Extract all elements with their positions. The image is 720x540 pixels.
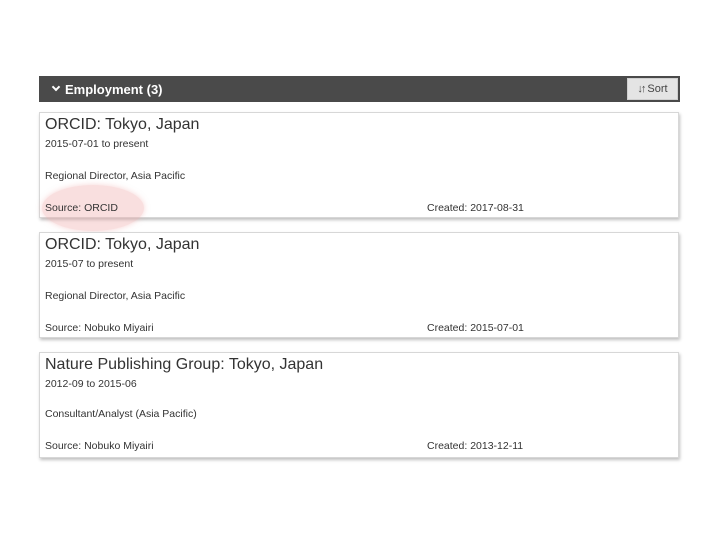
employment-source: Source: Nobuko Miyairi bbox=[45, 440, 154, 452]
employment-source: Source: Nobuko Miyairi bbox=[45, 322, 154, 334]
employment-section-header: Employment (3) ↓↑ Sort bbox=[39, 76, 680, 102]
sort-button[interactable]: ↓↑ Sort bbox=[627, 78, 678, 100]
employment-created-date: Created: 2015-07-01 bbox=[427, 322, 524, 334]
employment-dates: 2015-07 to present bbox=[45, 258, 134, 270]
employment-title: ORCID: Tokyo, Japan bbox=[45, 236, 200, 253]
employment-role: Consultant/Analyst (Asia Pacific) bbox=[45, 408, 197, 420]
employment-dates: 2012-09 to 2015-06 bbox=[45, 378, 137, 390]
employment-title: Nature Publishing Group: Tokyo, Japan bbox=[45, 356, 324, 373]
employment-source: Source: ORCID bbox=[45, 202, 118, 214]
employment-created-date: Created: 2017-08-31 bbox=[427, 202, 524, 214]
employment-section-toggle[interactable]: Employment (3) bbox=[39, 76, 163, 102]
employment-card: Nature Publishing Group: Tokyo, Japan 20… bbox=[39, 352, 679, 458]
employment-card: ORCID: Tokyo, Japan 2015-07 to present R… bbox=[39, 232, 679, 338]
employment-created-date: Created: 2013-12-11 bbox=[427, 440, 524, 452]
employment-dates: 2015-07-01 to present bbox=[45, 138, 149, 150]
section-title: Employment (3) bbox=[65, 81, 163, 97]
employment-title: ORCID: Tokyo, Japan bbox=[45, 116, 200, 133]
employment-card: ORCID: Tokyo, Japan 2015-07-01 to presen… bbox=[39, 112, 679, 231]
employment-role: Regional Director, Asia Pacific bbox=[45, 170, 186, 182]
employment-role: Regional Director, Asia Pacific bbox=[45, 290, 186, 302]
sort-button-label: Sort bbox=[647, 83, 668, 95]
chevron-down-icon bbox=[51, 82, 61, 92]
employment-section: Employment (3) ↓↑ Sort ORCID: Tokyo, Jap… bbox=[39, 76, 680, 458]
sort-arrows-icon: ↓↑ bbox=[637, 83, 646, 95]
